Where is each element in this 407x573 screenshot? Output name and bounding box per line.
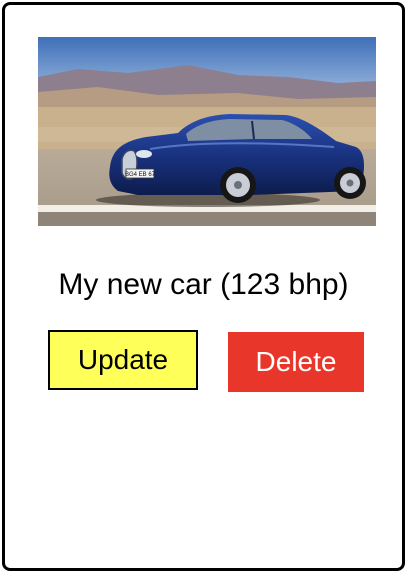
- license-plate-text: BG4 EB 67: [125, 172, 156, 178]
- update-button[interactable]: Update: [48, 330, 198, 390]
- car-image: BG4 EB 67: [38, 37, 376, 226]
- delete-button[interactable]: Delete: [228, 332, 364, 392]
- car-title: My new car (123 bhp): [58, 268, 349, 301]
- car-card: BG4 EB 67 My new car (123 bhp) Update De…: [2, 2, 405, 571]
